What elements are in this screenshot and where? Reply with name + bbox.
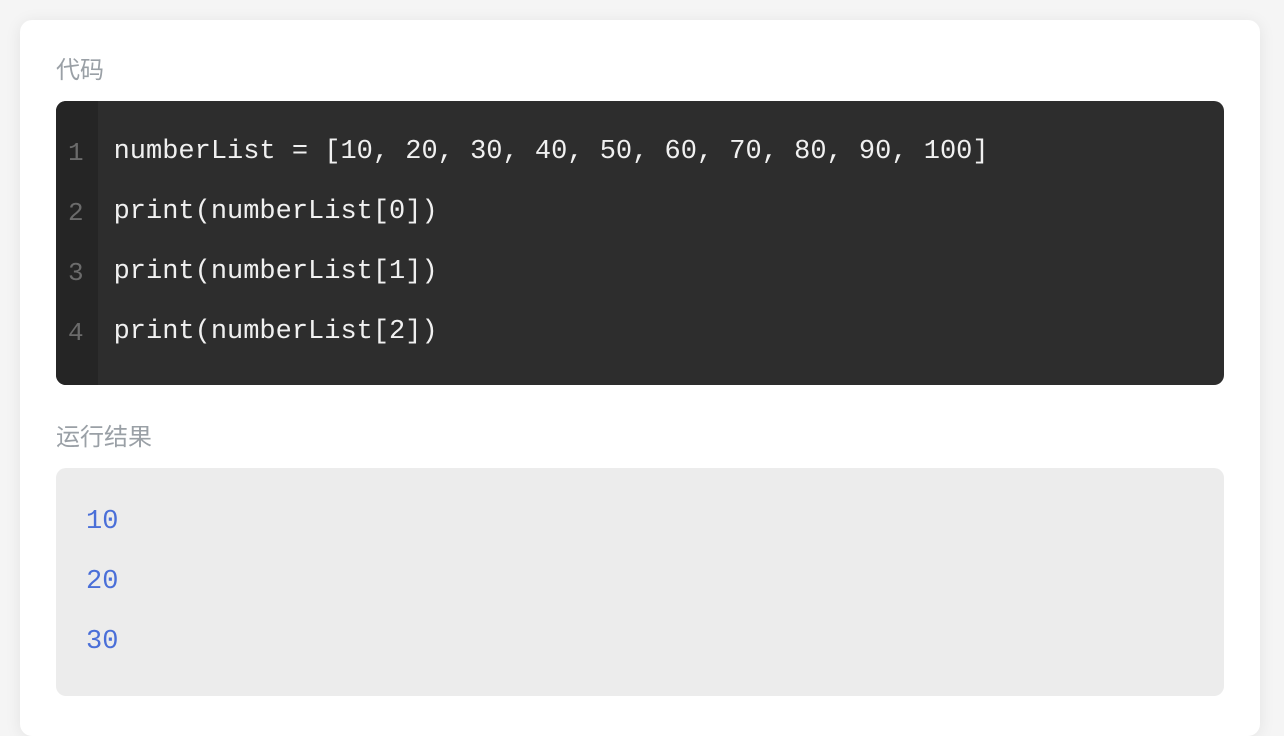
output-line: 10	[86, 492, 1194, 552]
code-content[interactable]: numberList = [10, 20, 30, 40, 50, 60, 70…	[98, 101, 1224, 385]
line-number: 2	[68, 183, 84, 243]
line-number: 3	[68, 243, 84, 303]
output-line: 20	[86, 552, 1194, 612]
code-line: print(numberList[2])	[114, 303, 1208, 363]
code-section-label: 代码	[56, 50, 1224, 85]
code-line: print(numberList[0])	[114, 183, 1208, 243]
output-block: 10 20 30	[56, 468, 1224, 696]
line-number: 4	[68, 303, 84, 363]
code-line: numberList = [10, 20, 30, 40, 50, 60, 70…	[114, 123, 1208, 183]
output-section-label: 运行结果	[56, 417, 1224, 452]
output-line: 30	[86, 612, 1194, 672]
line-number: 1	[68, 123, 84, 183]
code-example-card: 代码 1 2 3 4 numberList = [10, 20, 30, 40,…	[20, 20, 1260, 736]
code-block[interactable]: 1 2 3 4 numberList = [10, 20, 30, 40, 50…	[56, 101, 1224, 385]
code-line: print(numberList[1])	[114, 243, 1208, 303]
line-number-gutter: 1 2 3 4	[56, 101, 98, 385]
